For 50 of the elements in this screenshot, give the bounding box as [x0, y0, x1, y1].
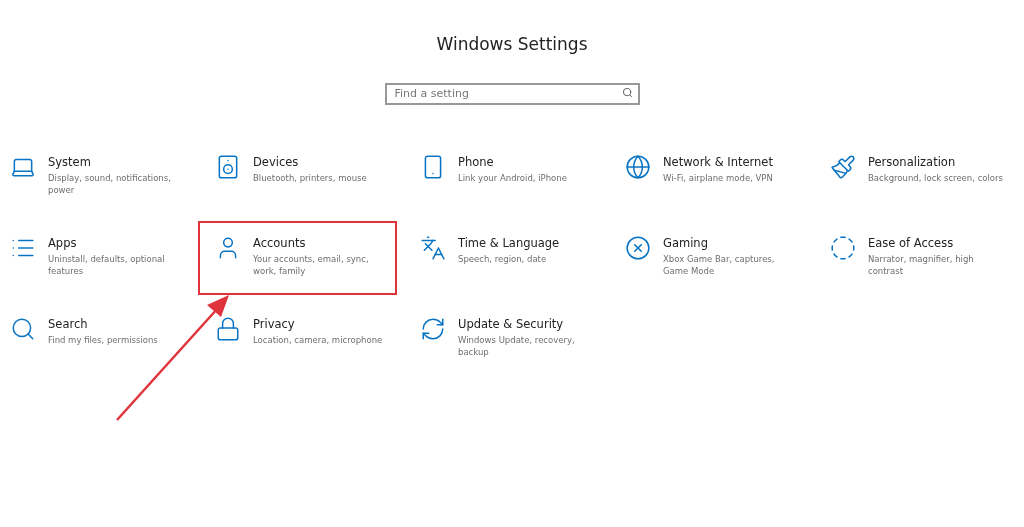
globe-icon	[625, 154, 651, 180]
category-description: Background, lock screen, colors	[868, 172, 1003, 184]
category-title: Accounts	[253, 236, 307, 250]
search-field[interactable]: Find a setting	[384, 82, 640, 105]
settings-category[interactable]: Personalization Background, lock screen, colors	[813, 140, 1012, 214]
x-circle-icon	[625, 235, 651, 261]
paintbrush-icon	[830, 154, 856, 180]
settings-category[interactable]: Time & Language Speech, region, date	[403, 221, 602, 295]
category-description: Speech, region, date	[458, 253, 548, 265]
settings-category[interactable]: Privacy Location, camera, microphone	[198, 302, 397, 376]
language-icon	[420, 235, 446, 261]
category-title: Ease of Access	[868, 236, 955, 250]
settings-category[interactable]: Update & Security Windows Update, recovery, backup	[403, 302, 602, 376]
settings-category[interactable]: System Display, sound, notifications, power	[0, 140, 192, 214]
settings-category[interactable]: Apps Uninstall, defaults, optional features	[0, 221, 192, 295]
window-title: Windows Settings	[436, 33, 588, 56]
search-icon	[10, 316, 36, 342]
category-title: Apps	[48, 236, 78, 250]
category-title: Search	[48, 317, 89, 331]
lock-icon	[215, 316, 241, 342]
category-description: Link your Android, iPhone	[458, 172, 567, 184]
settings-category[interactable]: Devices Bluetooth, printers, mouse	[198, 140, 397, 214]
refresh-icon	[420, 316, 446, 342]
settings-category[interactable]: Gaming Xbox Game Bar, captures, Game Mode	[608, 221, 807, 295]
settings-category[interactable]: Ease of Access Narrator, magnifier, high contrast	[813, 221, 1012, 295]
settings-category[interactable]: Network & Internet Wi-Fi, airplane mode, VPN	[608, 140, 807, 214]
category-description: Wi-Fi, airplane mode, VPN	[663, 172, 773, 184]
category-title: Update & Security	[458, 317, 565, 331]
category-title: Phone	[458, 155, 495, 169]
category-description: Your accounts, email, sync, work, family	[253, 253, 370, 277]
settings-category[interactable]: Phone Link your Android, iPhone	[403, 140, 602, 214]
category-description: Location, camera, microphone	[253, 334, 383, 346]
category-title: Gaming	[663, 236, 709, 250]
category-title: System	[48, 155, 92, 169]
category-title: Network & Internet	[663, 155, 773, 169]
category-title: Time & Language	[458, 236, 560, 250]
search-icon	[621, 87, 633, 98]
category-description: Uninstall, defaults, optional features	[48, 253, 166, 277]
category-description: Display, sound, notifications, power	[48, 172, 172, 196]
category-title: Privacy	[253, 317, 296, 331]
dashed-circle-icon	[830, 235, 856, 261]
category-description: Windows Update, recovery, backup	[458, 334, 576, 358]
category-description: Narrator, magnifier, high contrast	[868, 253, 975, 277]
category-description: Bluetooth, printers, mouse	[253, 172, 367, 184]
settings-category[interactable]: Accounts Your accounts, email, sync, work, family	[198, 221, 397, 295]
category-title: Devices	[253, 155, 300, 169]
category-description: Find my files, permissions	[48, 334, 158, 346]
category-description: Xbox Game Bar, captures, Game Mode	[663, 253, 776, 277]
settings-category[interactable]: Search Find my files, permissions	[0, 302, 192, 376]
category-title: Personalization	[868, 155, 957, 169]
